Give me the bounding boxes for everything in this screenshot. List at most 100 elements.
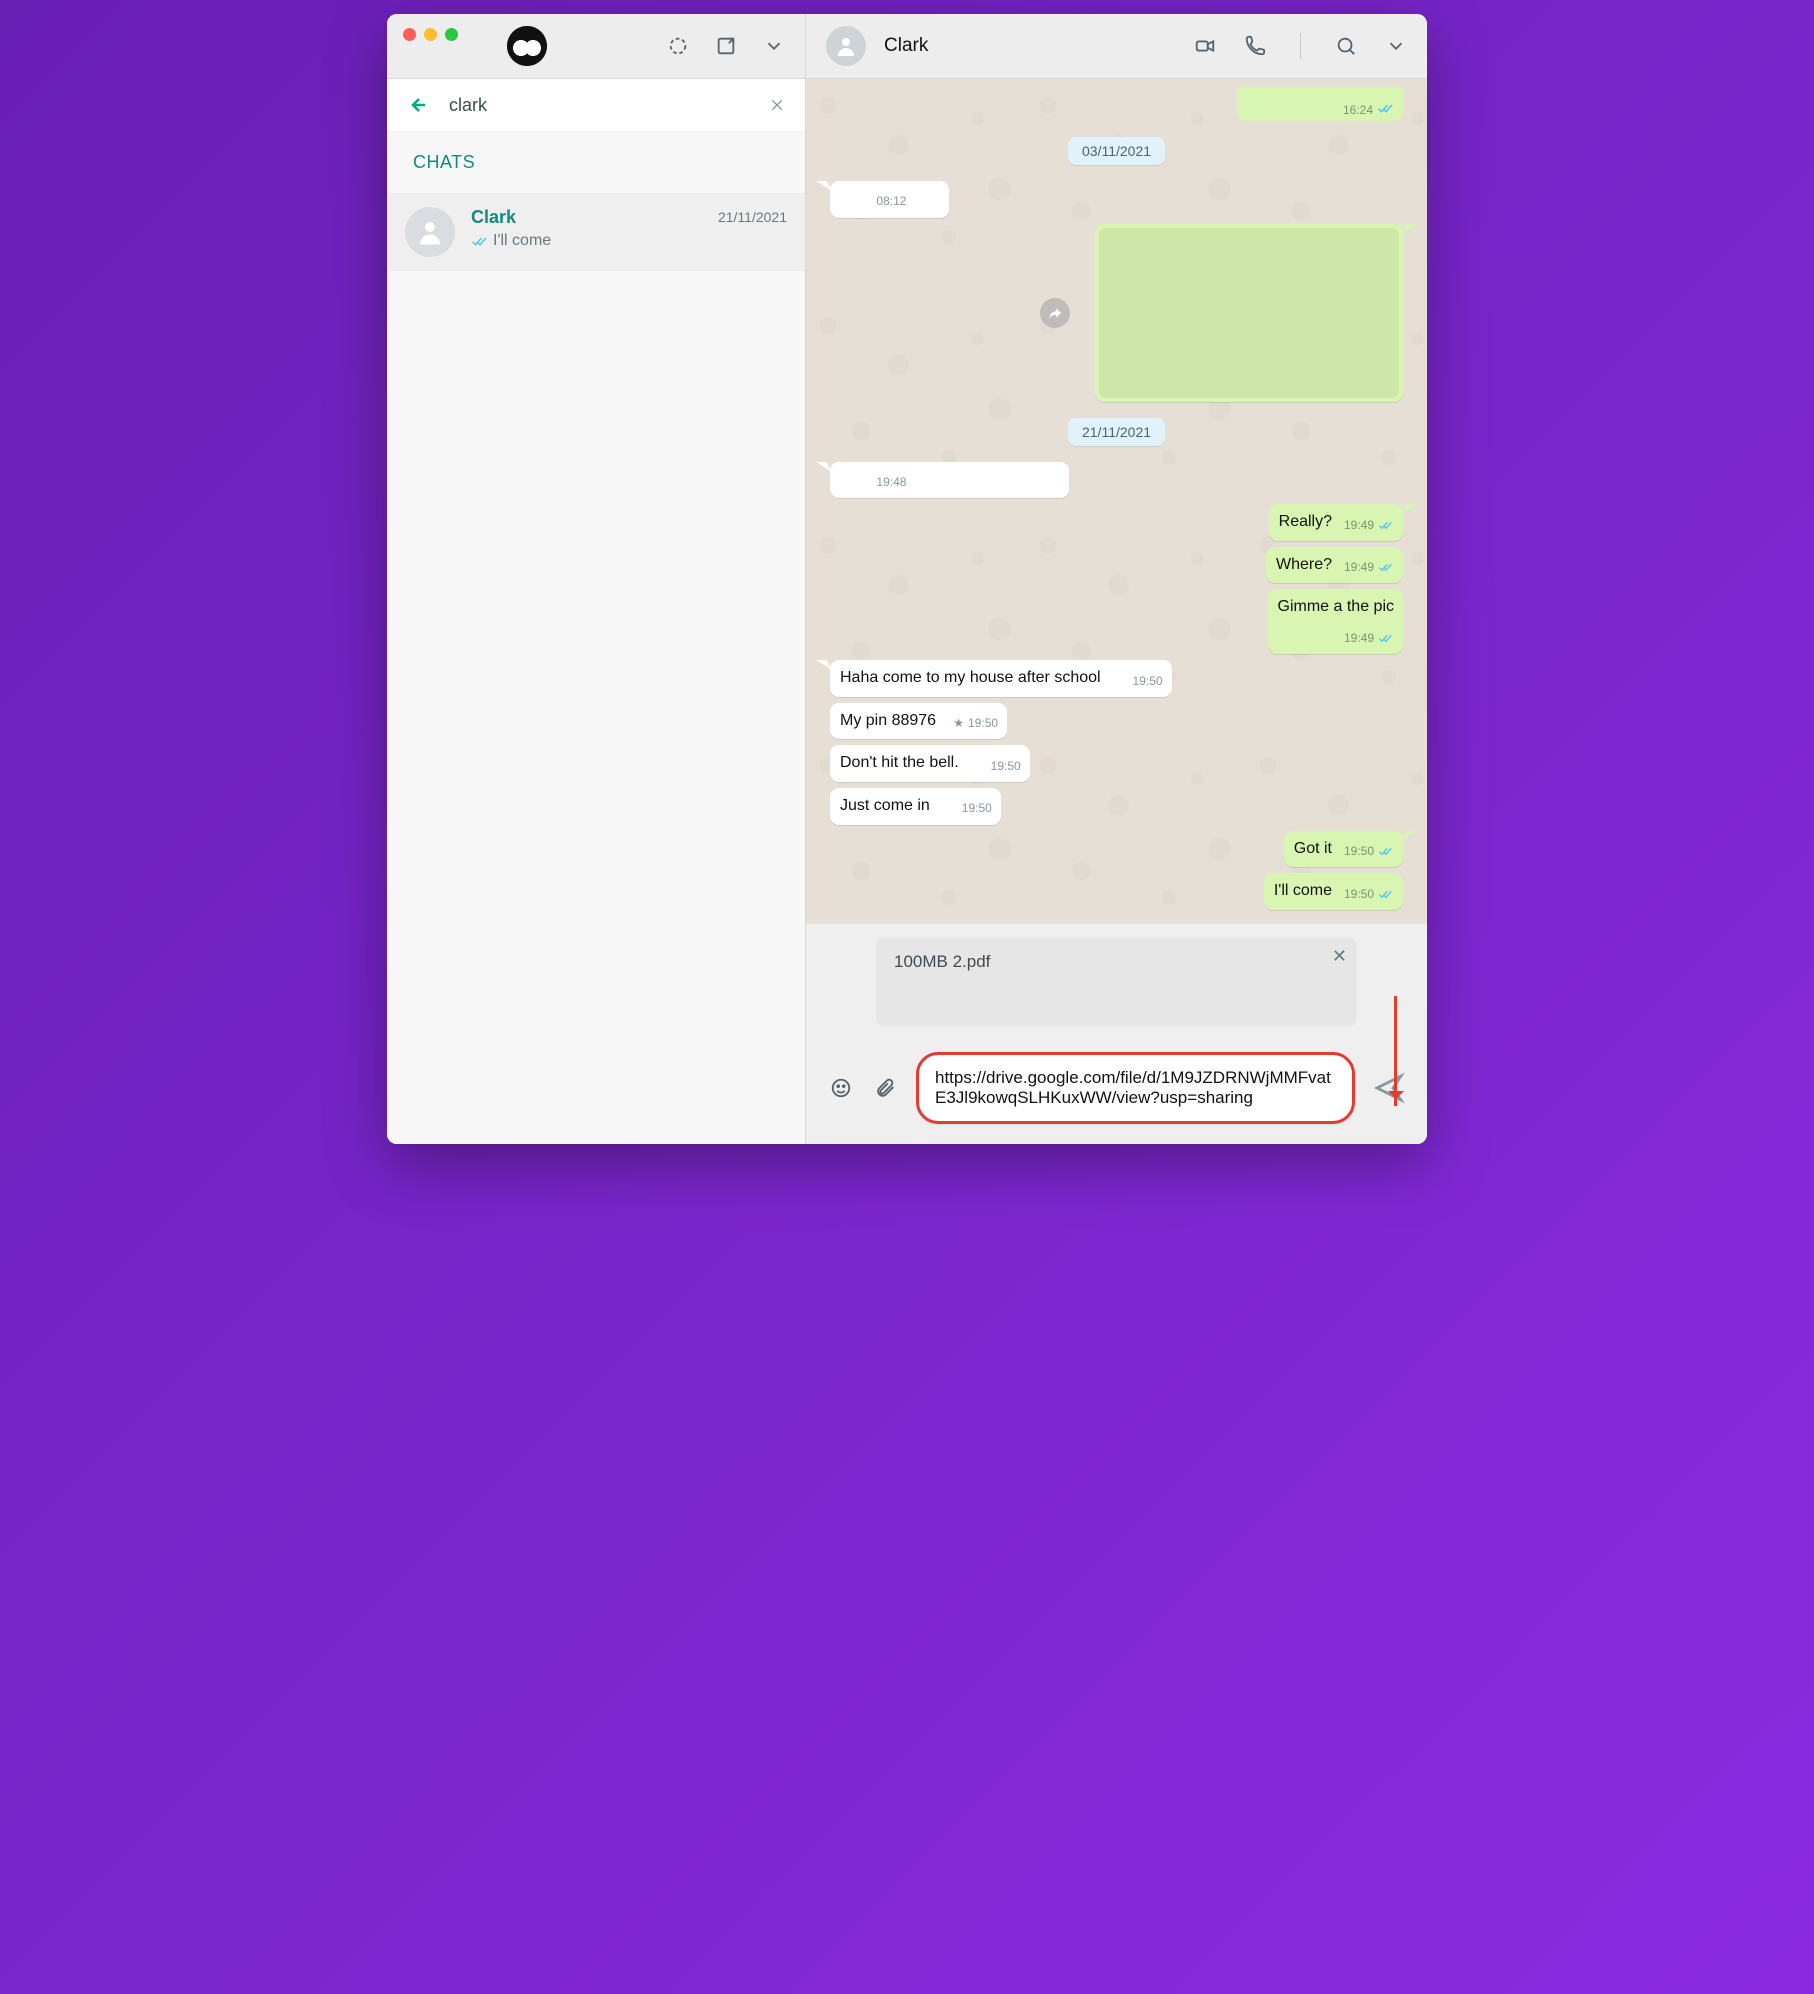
message-row (830, 224, 1403, 402)
read-ticks-icon (471, 232, 489, 250)
media-placeholder (1099, 228, 1399, 398)
message-row: 19:48 (830, 462, 1403, 499)
status-icon[interactable] (667, 35, 689, 57)
message-row: Got it 19:50 (830, 831, 1403, 868)
message-time: 19:49 (1344, 630, 1374, 646)
read-ticks-icon (1378, 843, 1394, 859)
chat-header: Clark (806, 14, 1427, 79)
incoming-bubble[interactable]: 08:12 (830, 181, 949, 218)
contact-avatar (405, 207, 455, 257)
message-time: 19:50 (1344, 843, 1374, 859)
message-text: Haha come to my house after school (840, 667, 1101, 689)
star-icon: ★ (953, 715, 964, 731)
voice-call-icon[interactable] (1244, 35, 1266, 57)
my-avatar[interactable] (507, 26, 547, 66)
chat-date: 21/11/2021 (718, 207, 787, 225)
chat-panel: Clark 16:24 (806, 14, 1427, 1144)
message-text: My pin 88976 (840, 710, 936, 732)
send-button[interactable] (1373, 1072, 1405, 1104)
new-chat-icon[interactable] (715, 35, 737, 57)
close-attachment-icon[interactable]: ✕ (1332, 946, 1347, 967)
read-ticks-icon (1378, 517, 1394, 533)
message-row: 08:12 (830, 181, 1403, 218)
window-controls (403, 28, 458, 41)
message-time: 19:50 (991, 758, 1021, 774)
outgoing-bubble[interactable]: I'll come 19:50 (1264, 873, 1403, 910)
message-text: Got it (1294, 838, 1332, 860)
attachment-title: 100MB 2.pdf (894, 952, 1339, 972)
message-time: 19:48 (876, 474, 906, 490)
video-call-icon[interactable] (1194, 35, 1216, 57)
chat-contact-avatar[interactable] (826, 26, 866, 66)
read-ticks-icon (1377, 99, 1395, 117)
date-separator: 03/11/2021 (830, 137, 1403, 165)
message-time: 16:24 (1343, 103, 1373, 117)
attach-icon[interactable] (872, 1075, 898, 1101)
chevron-down-icon[interactable] (1385, 35, 1407, 57)
message-time: 19:50 (968, 715, 998, 731)
message-text (840, 188, 844, 210)
chats-section-title: CHATS (387, 132, 805, 193)
messages-panel[interactable]: 16:24 03/11/2021 08:12 (806, 79, 1427, 924)
date-pill: 21/11/2021 (1068, 418, 1165, 446)
message-time: 08:12 (876, 193, 906, 209)
minimize-window-button[interactable] (424, 28, 437, 41)
message-time: 19:49 (1344, 559, 1374, 575)
message-row: Just come in 19:50 (830, 788, 1403, 825)
chat-list-item[interactable]: Clark I'll come 21/11/2021 (387, 193, 805, 271)
emoji-icon[interactable] (828, 1075, 854, 1101)
message-preview: I'll come (471, 232, 702, 250)
sidebar: CHATS Clark I'll come 21/11/2021 (387, 14, 806, 1144)
chevron-down-icon[interactable] (763, 35, 785, 57)
preview-text: I'll come (493, 232, 551, 250)
forward-icon[interactable] (1040, 298, 1070, 328)
chat-header-actions (1194, 33, 1407, 59)
outgoing-media-bubble[interactable] (1095, 224, 1403, 402)
search-chat-icon[interactable] (1335, 35, 1357, 57)
message-text: I'll come (1274, 880, 1332, 902)
incoming-bubble[interactable]: Just come in 19:50 (830, 788, 1001, 825)
attachment-preview: 100MB 2.pdf ✕ (806, 924, 1427, 1040)
read-ticks-icon (1378, 559, 1394, 575)
message-text: Really? (1279, 511, 1332, 533)
incoming-bubble[interactable]: Haha come to my house after school 19:50 (830, 660, 1172, 697)
outgoing-bubble[interactable]: Where? 19:49 (1266, 547, 1403, 584)
message-row: Don't hit the bell. 19:50 (830, 745, 1403, 782)
incoming-bubble[interactable]: My pin 88976 ★19:50 (830, 703, 1007, 740)
outgoing-bubble[interactable]: Really? 19:49 (1269, 504, 1403, 541)
maximize-window-button[interactable] (445, 28, 458, 41)
message-row: Really? 19:49 (830, 504, 1403, 541)
message-row: Gimme a the pic 19:49 (830, 589, 1403, 654)
chat-title: Clark (884, 35, 928, 57)
message-row: Where? 19:49 (830, 547, 1403, 584)
outgoing-bubble-partial[interactable]: 16:24 (1237, 87, 1403, 121)
divider (1300, 33, 1301, 59)
clear-search-icon[interactable] (767, 95, 787, 115)
message-time: 19:49 (1344, 517, 1374, 533)
message-row: My pin 88976 ★19:50 (830, 703, 1403, 740)
message-time: 19:50 (1344, 886, 1374, 902)
search-input[interactable] (447, 94, 749, 117)
message-text: Just come in (840, 795, 930, 817)
outgoing-bubble[interactable]: Got it 19:50 (1284, 831, 1403, 868)
incoming-bubble[interactable]: Don't hit the bell. 19:50 (830, 745, 1030, 782)
message-text: Gimme a the pic (1278, 596, 1394, 618)
sidebar-header (387, 14, 805, 79)
read-ticks-icon (1378, 630, 1394, 646)
outgoing-bubble[interactable]: Gimme a the pic 19:49 (1268, 589, 1403, 654)
back-arrow-icon[interactable] (405, 93, 429, 117)
close-window-button[interactable] (403, 28, 416, 41)
date-separator: 21/11/2021 (830, 418, 1403, 446)
message-row: Haha come to my house after school 19:50 (830, 660, 1403, 697)
message-input[interactable]: https://drive.google.com/file/d/1M9JZDRN… (916, 1052, 1355, 1124)
message-text (840, 469, 844, 491)
app-window: CHATS Clark I'll come 21/11/2021 (387, 14, 1427, 1144)
date-pill: 03/11/2021 (1068, 137, 1165, 165)
incoming-bubble[interactable]: 19:48 (830, 462, 1069, 499)
message-time: 19:50 (962, 800, 992, 816)
message-row: I'll come 19:50 (830, 873, 1403, 910)
read-ticks-icon (1378, 886, 1394, 902)
attachment-card[interactable]: 100MB 2.pdf ✕ (876, 938, 1357, 1026)
message-input-text: https://drive.google.com/file/d/1M9JZDRN… (935, 1068, 1336, 1108)
message-row: 16:24 (830, 87, 1403, 121)
